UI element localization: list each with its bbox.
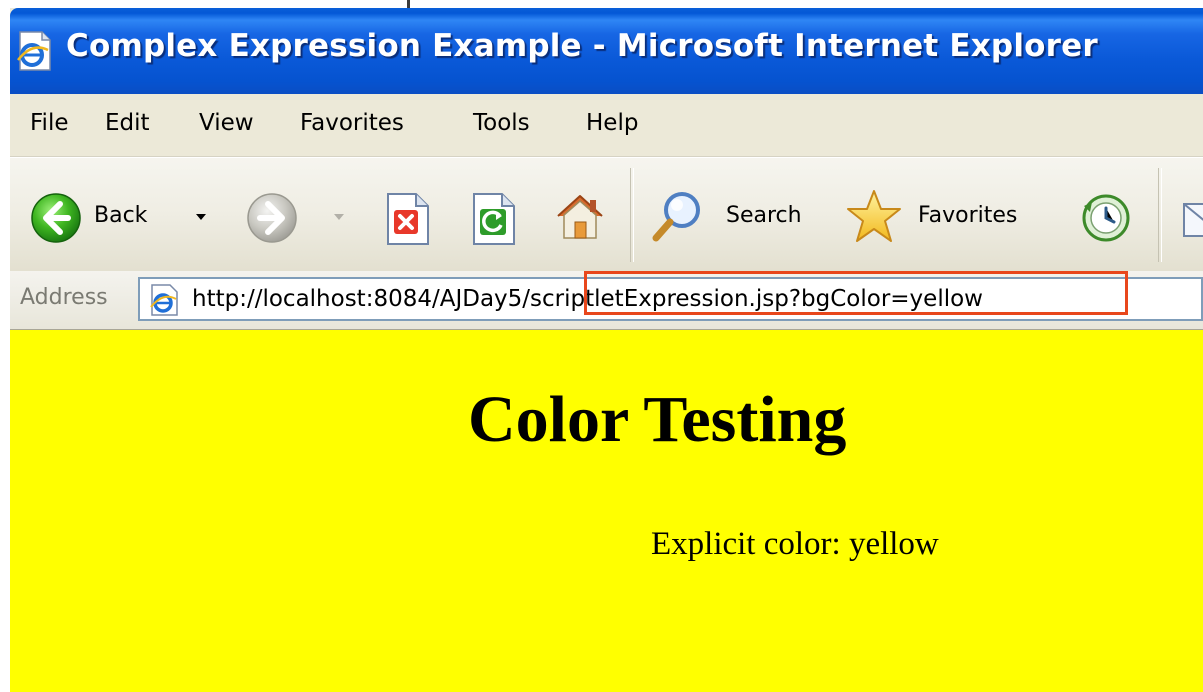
- toolbar: Back Search Favorites: [10, 157, 1203, 272]
- back-arrow-icon: [31, 193, 81, 243]
- toolbar-separator: [630, 168, 634, 262]
- address-url: http://localhost:8084/AJDay5/scriptletEx…: [192, 286, 983, 312]
- favorites-label: Favorites: [918, 203, 1018, 228]
- address-bar: Address http://localhost:8084/AJDay5/scr…: [10, 271, 1203, 330]
- forward-button[interactable]: [242, 158, 362, 271]
- toolbar-separator: [1158, 168, 1162, 262]
- title-bar[interactable]: Complex Expression Example - Microsoft I…: [10, 8, 1203, 94]
- menu-file[interactable]: File: [30, 110, 69, 136]
- search-label: Search: [726, 203, 802, 228]
- back-label: Back: [94, 203, 148, 228]
- stop-icon: [387, 193, 429, 245]
- search-button[interactable]: Search: [646, 158, 822, 271]
- refresh-button[interactable]: [468, 158, 522, 271]
- history-button[interactable]: [1074, 158, 1138, 271]
- menu-favorites[interactable]: Favorites: [300, 110, 404, 136]
- menu-help[interactable]: Help: [586, 110, 638, 136]
- page-content: Color Testing Explicit color: yellow: [10, 330, 1203, 692]
- mail-button[interactable]: [1174, 158, 1203, 271]
- browser-window: Complex Expression Example - Microsoft I…: [10, 8, 1203, 692]
- address-input[interactable]: http://localhost:8084/AJDay5/scriptletEx…: [138, 277, 1203, 321]
- menu-view[interactable]: View: [199, 110, 254, 136]
- history-icon: [1082, 194, 1130, 242]
- mail-icon: [1183, 203, 1203, 237]
- menu-edit[interactable]: Edit: [105, 110, 150, 136]
- stop-button[interactable]: [382, 158, 436, 271]
- favorites-button[interactable]: Favorites: [840, 158, 1060, 271]
- menu-tools[interactable]: Tools: [473, 110, 530, 136]
- window-title: Complex Expression Example - Microsoft I…: [66, 28, 1098, 64]
- refresh-icon: [473, 193, 515, 245]
- favorites-star-icon: [847, 190, 901, 242]
- address-label: Address: [20, 285, 108, 310]
- back-dropdown-icon[interactable]: [196, 214, 206, 220]
- page-heading: Color Testing: [468, 383, 847, 456]
- forward-dropdown-icon[interactable]: [334, 214, 344, 220]
- home-icon: [557, 195, 603, 239]
- ie-page-icon: [17, 31, 51, 71]
- home-button[interactable]: [550, 158, 610, 271]
- search-icon: [652, 192, 700, 242]
- forward-arrow-icon: [247, 193, 297, 243]
- explicit-color-text: Explicit color: yellow: [651, 526, 939, 562]
- ie-page-icon: [150, 284, 178, 316]
- back-button[interactable]: Back: [24, 158, 229, 271]
- menu-bar: File Edit View Favorites Tools Help: [10, 94, 1203, 157]
